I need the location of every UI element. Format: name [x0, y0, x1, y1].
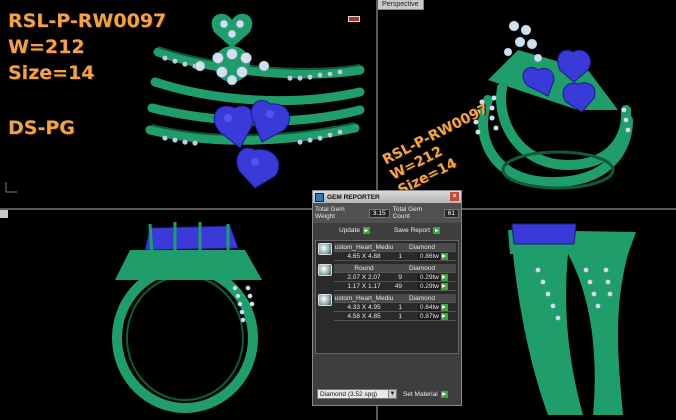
gem-qty: 1 — [398, 312, 402, 320]
gem-size: 2.07 X 2.07 — [347, 273, 381, 281]
gem-group[interactable]: Round Diamond 2.07 X 2.07 9 0.29tw 1.17 … — [318, 264, 456, 291]
axis-gizmo-icon — [5, 182, 17, 193]
gem-reporter-dialog: GEM REPORTER × Total Gem Weight 3.15 Tot… — [312, 190, 462, 406]
gem-list[interactable]: ustom_Heart_Mediu Diamond 4.65 X 4.88 1 … — [315, 240, 459, 354]
set-material-button[interactable]: Set Material — [403, 390, 448, 398]
gem-type: Diamond — [408, 294, 435, 302]
size-text: Size=14 — [8, 62, 95, 84]
set-material-label: Set Material — [403, 390, 438, 398]
gem-name: ustom_Heart_Mediu — [334, 294, 394, 302]
gem-qty: 1 — [398, 252, 402, 260]
gem-group[interactable]: ustom_Heart_Mediu Diamond 4.65 X 4.88 1 … — [318, 243, 456, 261]
gem-qty: 49 — [394, 282, 402, 290]
set-material-play-icon — [440, 390, 448, 398]
view-cube-icon[interactable] — [348, 16, 360, 22]
ds-code-text: DS-PG — [8, 117, 75, 139]
gem-weight: 0.29tw — [418, 282, 440, 290]
dialog-title: GEM REPORTER — [327, 193, 380, 201]
gem-select-button[interactable] — [440, 303, 448, 311]
gem-thumbnail-icon — [318, 243, 332, 255]
total-weight-label: Total Gem Weight — [315, 206, 345, 220]
gem-weight: 0.84tw — [418, 303, 440, 311]
update-label: Update — [339, 227, 360, 234]
gem-row[interactable]: 4.58 X 4.85 1 0.87tw — [334, 312, 456, 321]
gem-qty: 1 — [398, 303, 402, 311]
gem-weight: 0.87tw — [418, 312, 440, 320]
gem-name: ustom_Heart_Mediu — [334, 243, 394, 251]
gem-select-button[interactable] — [440, 252, 448, 260]
close-icon[interactable]: × — [450, 192, 459, 201]
gem-group[interactable]: ustom_Heart_Mediu Diamond 4.33 X 4.95 1 … — [318, 294, 456, 321]
gem-name: Round — [354, 264, 374, 272]
total-count-label: Total Gem Count — [392, 206, 423, 220]
gem-select-button[interactable] — [440, 282, 448, 290]
gem-qty: 9 — [398, 273, 402, 281]
material-row: Diamond (3.52 spg) ▼ Set Material — [317, 389, 448, 399]
viewport-perspective[interactable]: Perspective RSL-P-RW0097 W=212 Size=14 — [378, 0, 676, 208]
chevron-down-icon[interactable]: ▼ — [388, 390, 396, 398]
totals-row: Total Gem Weight 3.15 Total Gem Count 61 — [313, 203, 461, 223]
save-report-button[interactable]: Save Report — [390, 226, 444, 235]
gem-thumbnail-icon — [318, 294, 332, 306]
material-select-value: Diamond — [320, 390, 347, 398]
save-play-icon — [433, 227, 441, 234]
total-weight-value: 3.15 — [368, 208, 390, 218]
gem-row[interactable]: 2.07 X 2.07 9 0.29tw — [334, 273, 456, 282]
gem-thumbnail-icon — [318, 264, 332, 276]
weight-text: W=212 — [8, 36, 85, 58]
viewport-top[interactable]: RSL-P-RW0097 W=212 Size=14 DS-PG — [0, 0, 376, 208]
gem-row[interactable]: 1.17 X 1.17 49 0.29tw — [334, 282, 456, 291]
material-select[interactable]: Diamond (3.52 spg) ▼ — [317, 389, 397, 399]
total-count-value: 61 — [443, 208, 459, 218]
gem-row[interactable]: 4.65 X 4.88 1 0.86tw — [334, 252, 456, 261]
gem-row[interactable]: 4.33 X 4.95 1 0.84tw — [334, 303, 456, 312]
gem-select-button[interactable] — [440, 273, 448, 281]
gem-weight: 0.29tw — [418, 273, 440, 281]
save-report-label: Save Report — [393, 227, 431, 234]
material-spg: (3.52 spg) — [347, 390, 378, 398]
dialog-titlebar[interactable]: GEM REPORTER × — [313, 191, 461, 203]
gem-type: Diamond — [408, 264, 435, 272]
gem-type: Diamond — [408, 243, 435, 251]
gem-size: 1.17 X 1.17 — [347, 282, 381, 290]
model-code-text: RSL-P-RW0097 — [8, 10, 167, 32]
gem-weight: 0.86tw — [418, 252, 440, 260]
gem-size: 4.33 X 4.95 — [347, 303, 381, 311]
gem-size: 4.65 X 4.88 — [347, 252, 381, 260]
update-play-icon — [362, 227, 370, 234]
app-icon — [315, 192, 324, 202]
gem-size: 4.58 X 4.85 — [347, 312, 381, 320]
update-button[interactable]: Update — [335, 226, 374, 235]
action-row: Update Save Report — [313, 223, 461, 238]
gem-select-button[interactable] — [440, 312, 448, 320]
